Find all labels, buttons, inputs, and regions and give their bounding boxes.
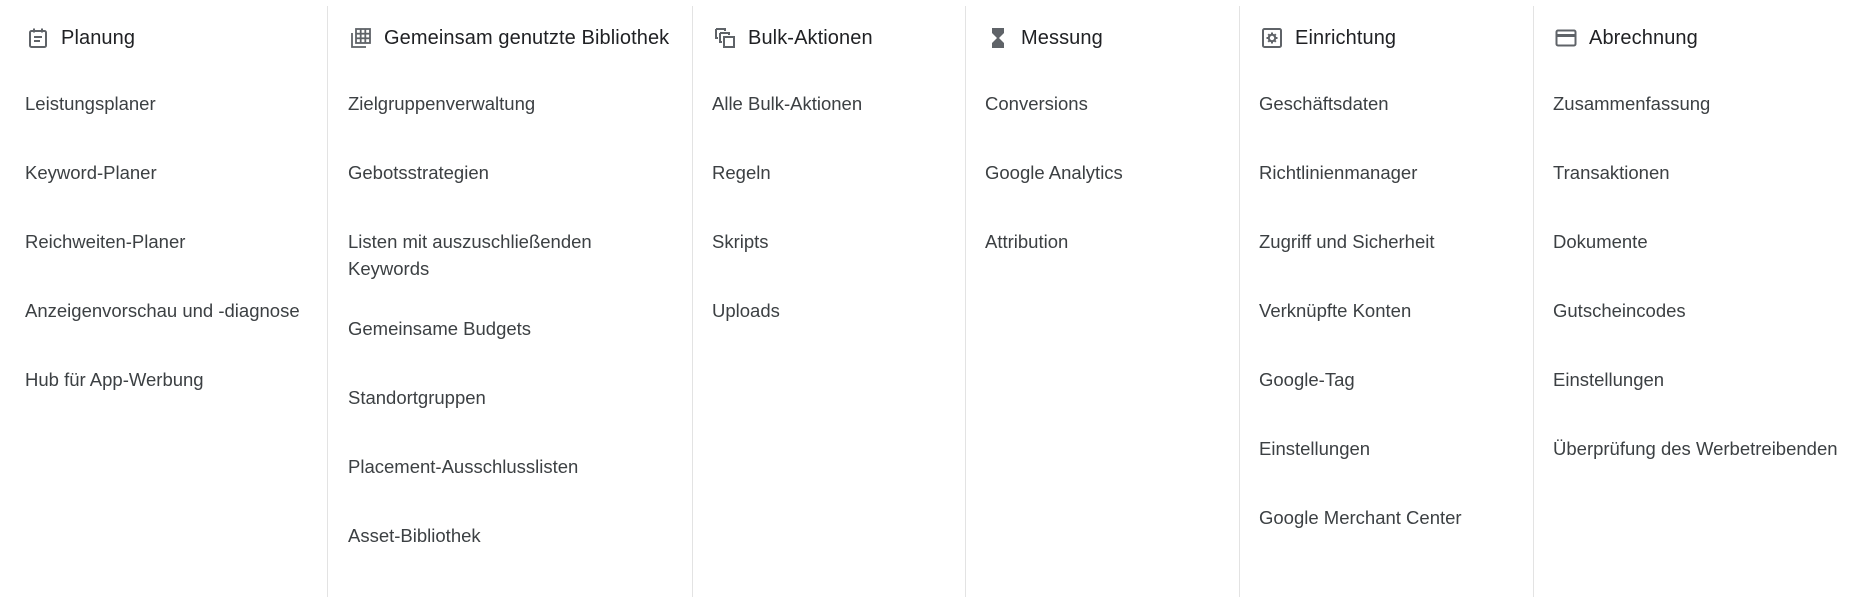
menu-item-alle-bulk-aktionen[interactable]: Alle Bulk-Aktionen [712, 90, 965, 117]
column-bulk-aktionen: Bulk-Aktionen Alle Bulk-Aktionen Regeln … [692, 6, 965, 597]
menu-item-standortgruppen[interactable]: Standortgruppen [348, 384, 692, 411]
menu-item-transaktionen[interactable]: Transaktionen [1553, 159, 1865, 186]
menu-item-keyword-planer[interactable]: Keyword-Planer [25, 159, 327, 186]
menu-item-leistungsplaner[interactable]: Leistungsplaner [25, 90, 327, 117]
column-header-planung: Planung [25, 20, 327, 56]
menu-item-einstellungen-abrechnung[interactable]: Einstellungen [1553, 366, 1865, 393]
column-einrichtung: Einrichtung Geschäftsdaten Richtlinienma… [1239, 6, 1533, 597]
menu-item-uploads[interactable]: Uploads [712, 297, 965, 324]
menu-item-zusammenfassung[interactable]: Zusammenfassung [1553, 90, 1865, 117]
menu-item-skripts[interactable]: Skripts [712, 228, 965, 255]
menu-item-google-analytics[interactable]: Google Analytics [985, 159, 1239, 186]
tools-menu: Planung Leistungsplaner Keyword-Planer R… [0, 0, 1865, 601]
menu-item-gebotsstrategien[interactable]: Gebotsstrategien [348, 159, 692, 186]
menu-item-einstellungen-einrichtung[interactable]: Einstellungen [1259, 435, 1533, 462]
column-bibliothek: Gemeinsam genutzte Bibliothek Zielgruppe… [327, 6, 692, 597]
menu-item-hub-app-werbung[interactable]: Hub für App-Werbung [25, 366, 327, 393]
menu-item-placement-ausschlusslisten[interactable]: Placement-Ausschlusslisten [348, 453, 692, 480]
column-title-abrechnung: Abrechnung [1589, 26, 1698, 49]
column-title-einrichtung: Einrichtung [1295, 26, 1397, 49]
menu-item-regeln[interactable]: Regeln [712, 159, 965, 186]
copy-stack-icon [712, 25, 738, 51]
column-title-planung: Planung [61, 26, 136, 49]
menu-item-negative-keyword-lists[interactable]: Listen mit auszuschließenden Keywords [348, 228, 648, 282]
credit-card-icon [1553, 25, 1579, 51]
library-grid-icon [348, 25, 374, 51]
column-title-bibliothek: Gemeinsam genutzte Bibliothek [384, 26, 670, 49]
column-header-einrichtung: Einrichtung [1259, 20, 1533, 56]
menu-item-richtlinienmanager[interactable]: Richtlinienmanager [1259, 159, 1533, 186]
menu-item-google-merchant-center[interactable]: Google Merchant Center [1259, 504, 1533, 531]
column-abrechnung: Abrechnung Zusammenfassung Transaktionen… [1533, 6, 1865, 597]
calendar-icon [25, 25, 51, 51]
menu-item-zielgruppenverwaltung[interactable]: Zielgruppenverwaltung [348, 90, 692, 117]
menu-item-gemeinsame-budgets[interactable]: Gemeinsame Budgets [348, 315, 692, 342]
menu-item-ueberpruefung-werbetreibender[interactable]: Überprüfung des Werbetreibenden [1553, 435, 1865, 462]
column-title-bulk-aktionen: Bulk-Aktionen [748, 26, 873, 49]
menu-item-reichweiten-planer[interactable]: Reichweiten-Planer [25, 228, 327, 255]
menu-item-geschaeftsdaten[interactable]: Geschäftsdaten [1259, 90, 1533, 117]
column-header-bulk-aktionen: Bulk-Aktionen [712, 20, 965, 56]
settings-box-icon [1259, 25, 1285, 51]
menu-item-conversions[interactable]: Conversions [985, 90, 1239, 117]
column-title-messung: Messung [1021, 26, 1103, 49]
menu-item-verknuepfte-konten[interactable]: Verknüpfte Konten [1259, 297, 1533, 324]
hourglass-icon [985, 25, 1011, 51]
column-header-messung: Messung [985, 20, 1239, 56]
column-header-abrechnung: Abrechnung [1553, 20, 1865, 56]
column-header-bibliothek: Gemeinsam genutzte Bibliothek [348, 20, 692, 56]
menu-item-anzeigenvorschau[interactable]: Anzeigenvorschau und -diagnose [25, 297, 327, 324]
menu-item-google-tag[interactable]: Google-Tag [1259, 366, 1533, 393]
menu-item-gutscheincodes[interactable]: Gutscheincodes [1553, 297, 1865, 324]
menu-item-asset-bibliothek[interactable]: Asset-Bibliothek [348, 522, 692, 549]
column-planung: Planung Leistungsplaner Keyword-Planer R… [0, 6, 327, 597]
menu-item-dokumente[interactable]: Dokumente [1553, 228, 1865, 255]
menu-item-attribution[interactable]: Attribution [985, 228, 1239, 255]
column-messung: Messung Conversions Google Analytics Att… [965, 6, 1239, 597]
menu-item-zugriff-sicherheit[interactable]: Zugriff und Sicherheit [1259, 228, 1533, 255]
